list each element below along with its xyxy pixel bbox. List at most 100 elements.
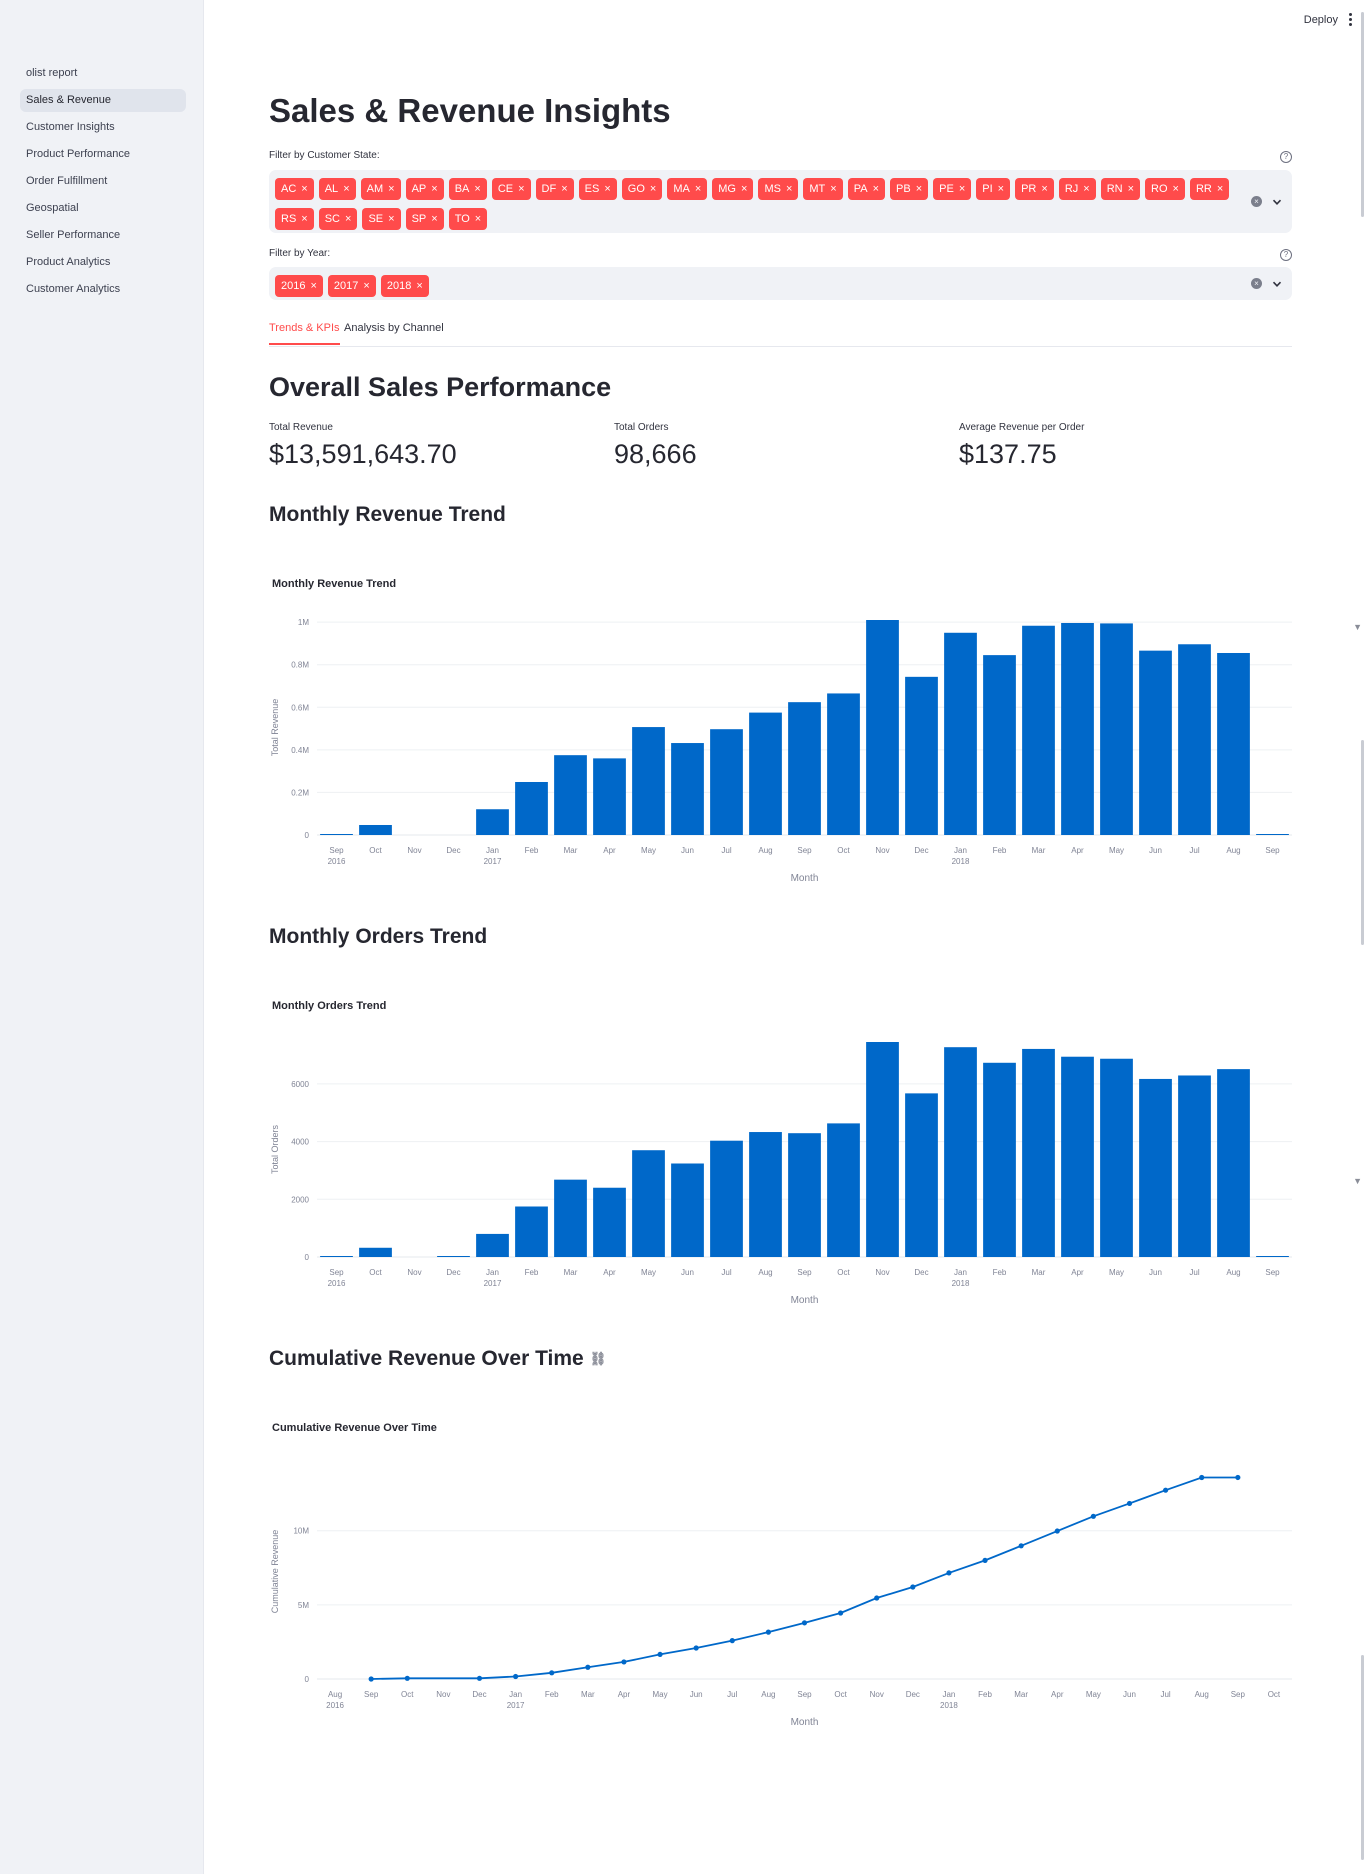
- chip-remove-icon[interactable]: ×: [431, 183, 437, 195]
- orders-chart[interactable]: Monthly Orders Trend 0 2000 4000 6000 Total O…: [269, 982, 1292, 1322]
- state-chip-pr[interactable]: PR ×: [1015, 178, 1054, 200]
- chip-remove-icon[interactable]: ×: [388, 213, 394, 225]
- x-tick-label: Aug: [761, 1690, 775, 1699]
- chip-remove-icon[interactable]: ×: [959, 183, 965, 195]
- chevron-down-icon[interactable]: [1272, 197, 1282, 207]
- year-chip-2018[interactable]: 2018 ×: [380, 275, 429, 297]
- chip-remove-icon[interactable]: ×: [388, 183, 394, 195]
- scroll-thumb-tertiary[interactable]: [1361, 1655, 1364, 1860]
- chip-remove-icon[interactable]: ×: [741, 183, 747, 195]
- state-chip-df[interactable]: DF ×: [535, 178, 574, 200]
- state-chip-pe[interactable]: PE ×: [933, 178, 972, 200]
- state-chip-ce[interactable]: CE ×: [491, 178, 531, 200]
- chip-remove-icon[interactable]: ×: [310, 280, 316, 292]
- sidebar-item-customer-insights[interactable]: Customer Insights: [20, 116, 186, 139]
- chip-remove-icon[interactable]: ×: [1128, 183, 1134, 195]
- metric-value: $137.75: [959, 439, 1057, 469]
- chip-remove-icon[interactable]: ×: [1217, 183, 1223, 195]
- sidebar-item-geospatial[interactable]: Geospatial: [20, 197, 186, 220]
- chip-remove-icon[interactable]: ×: [561, 183, 567, 195]
- state-chip-pa[interactable]: PA ×: [847, 178, 885, 200]
- sidebar-nav: olist report Sales & Revenue Customer In…: [20, 62, 186, 305]
- chip-remove-icon[interactable]: ×: [1041, 183, 1047, 195]
- state-chip-rj[interactable]: RJ ×: [1058, 178, 1096, 200]
- chip-remove-icon[interactable]: ×: [518, 183, 524, 195]
- state-chip-sp[interactable]: SP ×: [405, 208, 444, 230]
- state-chip-mg[interactable]: MG ×: [712, 178, 754, 200]
- chip-remove-icon[interactable]: ×: [830, 183, 836, 195]
- sidebar-item-product-analytics[interactable]: Product Analytics: [20, 251, 186, 274]
- cumulative-chart[interactable]: Cumulative Revenue Over Time 0 5M 10M Cumula…: [269, 1404, 1292, 1744]
- chip-remove-icon[interactable]: ×: [363, 280, 369, 292]
- kebab-menu-icon[interactable]: [1346, 12, 1354, 28]
- state-chip-to[interactable]: TO ×: [448, 208, 488, 230]
- page-scrollbar[interactable]: [1358, 0, 1366, 1874]
- help-icon[interactable]: ?: [1280, 151, 1292, 163]
- state-chip-es[interactable]: ES ×: [578, 178, 617, 200]
- chip-remove-icon[interactable]: ×: [343, 183, 349, 195]
- clear-icon[interactable]: ×: [1251, 278, 1262, 289]
- link-icon[interactable]: ⛓: [590, 1351, 607, 1367]
- state-chip-am[interactable]: AM ×: [360, 178, 401, 200]
- revenue-chart[interactable]: Monthly Revenue Trend 0 0.2M 0.4M 0.6M 0.8M 1M…: [269, 560, 1292, 900]
- chip-remove-icon[interactable]: ×: [475, 213, 481, 225]
- x-tick-label: Apr: [1051, 1690, 1064, 1699]
- year-chip-2016[interactable]: 2016 ×: [275, 275, 323, 297]
- sidebar-item-customer-analytics[interactable]: Customer Analytics: [20, 278, 186, 301]
- chip-remove-icon[interactable]: ×: [604, 183, 610, 195]
- sidebar-item-olist-report[interactable]: olist report: [20, 62, 186, 85]
- state-chip-al[interactable]: AL ×: [318, 178, 356, 200]
- year-multiselect[interactable]: 2016 × 2017 × 2018 × ×: [269, 267, 1292, 300]
- expand-arrow-icon[interactable]: ▼: [1353, 1176, 1362, 1186]
- chip-remove-icon[interactable]: ×: [998, 183, 1004, 195]
- state-chip-mt[interactable]: MT ×: [803, 178, 843, 200]
- tab-trends-kpis[interactable]: Trends & KPIs: [269, 322, 340, 345]
- state-chip-ma[interactable]: MA ×: [667, 178, 708, 200]
- scroll-thumb-secondary[interactable]: [1361, 740, 1364, 945]
- state-chip-ac[interactable]: AC ×: [275, 178, 314, 200]
- state-chip-ap[interactable]: AP ×: [405, 178, 444, 200]
- state-chip-ba[interactable]: BA ×: [448, 178, 487, 200]
- state-chip-ro[interactable]: RO ×: [1145, 178, 1185, 200]
- sidebar-item-sales-revenue[interactable]: Sales & Revenue: [20, 89, 186, 112]
- chip-remove-icon[interactable]: ×: [301, 213, 307, 225]
- data-point: [1018, 1543, 1024, 1549]
- expand-arrow-icon[interactable]: ▼: [1353, 622, 1362, 632]
- state-chip-ms[interactable]: MS ×: [758, 178, 799, 200]
- state-chip-pb[interactable]: PB ×: [890, 178, 929, 200]
- chip-remove-icon[interactable]: ×: [873, 183, 879, 195]
- state-chip-rs[interactable]: RS ×: [275, 208, 314, 230]
- state-chip-sc[interactable]: SC ×: [318, 208, 358, 230]
- page-title: Sales & Revenue Insights: [269, 92, 671, 129]
- chip-remove-icon[interactable]: ×: [474, 183, 480, 195]
- scroll-thumb[interactable]: [1361, 12, 1364, 217]
- tab-analysis-by-channel[interactable]: Analysis by Channel: [344, 322, 444, 343]
- chip-remove-icon[interactable]: ×: [786, 183, 792, 195]
- chip-remove-icon[interactable]: ×: [431, 213, 437, 225]
- sidebar-item-product-performance[interactable]: Product Performance: [20, 143, 186, 166]
- chip-remove-icon[interactable]: ×: [301, 183, 307, 195]
- chip-remove-icon[interactable]: ×: [916, 183, 922, 195]
- state-chip-pi[interactable]: PI ×: [976, 178, 1011, 200]
- sidebar-item-seller-performance[interactable]: Seller Performance: [20, 224, 186, 247]
- state-chip-se[interactable]: SE ×: [362, 208, 401, 230]
- state-chip-go[interactable]: GO ×: [621, 178, 663, 200]
- chip-remove-icon[interactable]: ×: [345, 213, 351, 225]
- chip-remove-icon[interactable]: ×: [416, 280, 422, 292]
- clear-icon[interactable]: ×: [1251, 196, 1262, 207]
- chip-remove-icon[interactable]: ×: [650, 183, 656, 195]
- chip-remove-icon[interactable]: ×: [1083, 183, 1089, 195]
- chip-remove-icon[interactable]: ×: [1173, 183, 1179, 195]
- year-chip-2017[interactable]: 2017 ×: [327, 275, 376, 297]
- data-point: [1235, 1474, 1241, 1481]
- deploy-button[interactable]: Deploy: [1304, 14, 1338, 26]
- y-tick-label: 0.4M: [291, 746, 309, 755]
- sidebar-item-order-fulfillment[interactable]: Order Fulfillment: [20, 170, 186, 193]
- state-chip-rn[interactable]: RN ×: [1100, 178, 1141, 200]
- chip-remove-icon[interactable]: ×: [695, 183, 701, 195]
- state-multiselect[interactable]: AC × AL × AM × AP × BA × CE × DF × ES × GO × MA × MG × MS × MT × P…: [269, 170, 1292, 233]
- y-tick-label: 0: [305, 1253, 310, 1262]
- help-icon[interactable]: ?: [1280, 249, 1292, 261]
- state-chip-rr[interactable]: RR ×: [1189, 178, 1230, 200]
- chevron-down-icon[interactable]: [1272, 279, 1282, 289]
